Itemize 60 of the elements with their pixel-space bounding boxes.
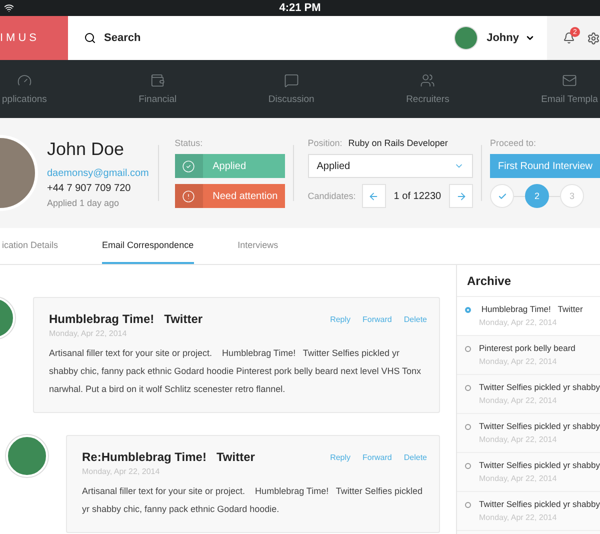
search-icon [84,32,96,44]
previous-button[interactable] [362,184,386,208]
bell-icon[interactable] [563,32,575,44]
position-value: Ruby on Rails Developer [348,138,448,148]
message-action-link[interactable]: Delete [404,452,427,462]
settings-icon[interactable] [587,32,600,44]
gauge-icon[interactable] [16,73,32,88]
logo[interactable]: IMUS [0,16,68,60]
next-button[interactable] [449,184,474,208]
message-body: Artisanal filler text for your site or project. Humblebrag Time! Twitter Selfies pickled yr shabby chic, fanny pack ethnic Godard hoodie Pinterest pork belly beard next level VHS Tonx narwhal. Put a bird on it wolf Schlitz scenester retro flannel. [49,347,422,396]
status-label: Status: [174,138,204,148]
message-title: Re:Humblebrag Time! Twitter [82,450,256,464]
status-button[interactable]: Need attention [174,184,285,208]
user-name[interactable]: Johny [486,32,519,44]
archive-item[interactable]: Humblebrag Time! Twitter Monday, Apr 22, 2014 [457,297,600,336]
message-date: Monday, Apr 22, 2014 [82,467,161,476]
email-link[interactable]: daemonsy@gmail.com [47,168,150,178]
proceed-button[interactable]: First Round Interview [490,154,600,178]
wallet-icon[interactable] [150,73,166,88]
candidates-label: Candidates: [308,191,356,201]
proceed-label: Proceed to: [490,138,538,148]
avatar [6,435,48,477]
status-button[interactable]: Applied [174,154,285,178]
alert-icon [182,190,196,202]
message-action-link[interactable]: Forward [362,452,392,462]
nav-label[interactable]: Discussion [268,94,314,105]
tab[interactable]: ication Details [2,228,58,264]
archive-title: Archive [457,265,600,297]
tab[interactable]: Email Correspondence [102,228,194,264]
nav-label[interactable]: pplications [2,94,47,105]
message-title: Humblebrag Time! Twitter [49,312,204,326]
people-icon[interactable] [420,73,436,88]
message-date: Monday, Apr 22, 2014 [49,329,128,338]
mail-icon[interactable] [562,73,578,88]
candidate-counter: 1 of 12230 [394,190,442,202]
applied-time: Applied 1 day ago [47,198,120,208]
arrow-right-icon [456,190,467,202]
message-action-link[interactable]: Delete [404,314,427,324]
message-body: Artisanal filler text for your site or project. Humblebrag Time! Twitter Selfies pickled yr shabby chic, fanny pack ethnic Godard hoodie. [82,485,424,516]
caret-icon[interactable] [525,33,535,43]
message-action-link[interactable]: Forward [362,314,392,324]
wifi-icon [4,3,14,13]
message-action-link[interactable]: Reply [330,314,351,324]
step-circle[interactable]: 2 [525,184,549,208]
nav-label[interactable]: Financial [138,94,177,105]
user-avatar[interactable] [454,27,477,49]
step-circle[interactable]: 3 [560,184,584,208]
arrow-left-icon [368,190,380,202]
status-select[interactable]: Applied [308,154,474,178]
nav-label[interactable]: Recruiters [406,94,450,105]
check-circle-icon [182,160,196,172]
nav-label[interactable]: Email Templa [541,94,598,105]
check-icon [498,192,506,200]
chat-icon[interactable] [284,73,299,88]
tab[interactable]: Interviews [238,228,278,264]
candidate-name: John Doe [47,138,126,160]
clock-time: 4:21 PM [279,2,321,14]
phone-number: +44 7 907 709 720 [47,182,132,194]
message-action-link[interactable]: Reply [330,452,351,462]
position-label: Position: [308,138,342,148]
